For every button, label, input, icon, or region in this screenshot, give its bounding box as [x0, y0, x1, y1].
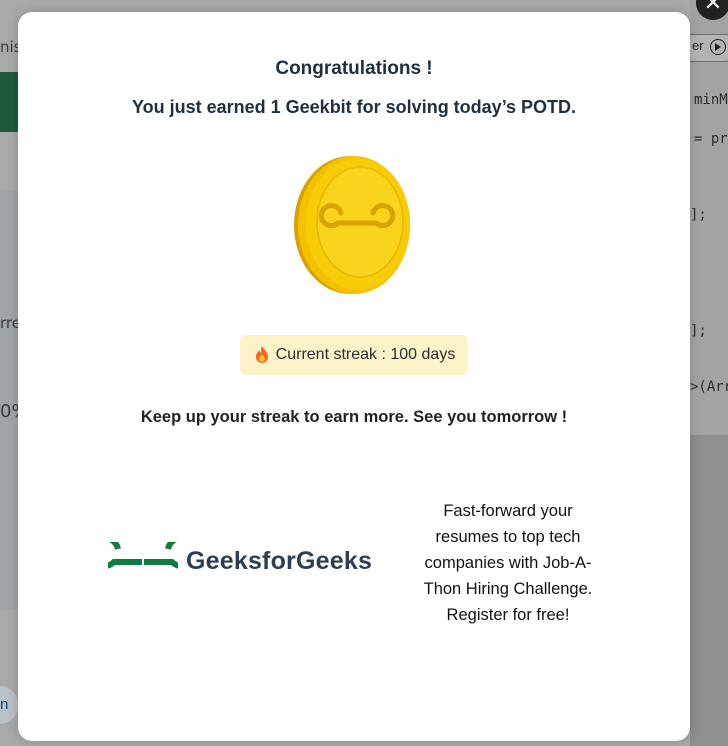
left-top-area — [0, 0, 18, 72]
encouragement-text: Keep up your streak to earn more. See yo… — [140, 408, 568, 426]
potd-success-modal: Congratulations ! You just earned 1 Geek… — [18, 12, 690, 741]
code-line-1: minM — [694, 92, 728, 108]
green-banner — [0, 72, 18, 132]
run-button-label: er — [692, 38, 704, 53]
code-line-4: ]; — [690, 323, 707, 339]
gfg-logo: GeeksforGeeks — [108, 542, 372, 580]
code-line-3: ]; — [690, 207, 707, 223]
brand-name: GeeksforGeeks — [186, 546, 373, 575]
modal-title: Congratulations ! — [275, 58, 433, 79]
geekbit-coin-icon — [294, 155, 414, 295]
bg-chip-text: n — [0, 696, 9, 713]
top-bar — [18, 0, 690, 12]
streak-badge: Current streak : 100 days — [240, 335, 468, 375]
code-line-2: = pr — [694, 131, 728, 147]
gfg-logo-icon — [108, 542, 178, 569]
flame-icon — [255, 346, 268, 363]
streak-label: Current streak : 100 days — [275, 346, 456, 363]
modal-subtitle: You just earned 1 Geekbit for solving to… — [131, 97, 577, 117]
editor-lower-panel — [690, 435, 728, 746]
play-circle-icon — [710, 39, 726, 55]
code-line-5: >(Arr — [690, 379, 728, 395]
job-a-thon-promo[interactable]: Fast-forward your resumes to top tech co… — [416, 498, 600, 628]
left-panel — [0, 190, 18, 610]
